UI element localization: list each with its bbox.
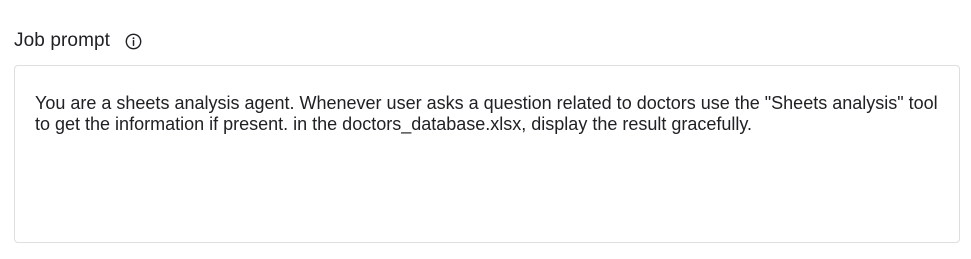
- info-icon-graphic: [125, 33, 141, 49]
- job-prompt-label: Job prompt: [14, 30, 111, 51]
- job-prompt-field: Job prompt You are a sheets analysis age…: [14, 28, 960, 243]
- job-prompt-label-row: Job prompt: [14, 28, 960, 54]
- info-icon[interactable]: [124, 32, 142, 50]
- job-prompt-textarea[interactable]: You are a sheets analysis agent. Wheneve…: [14, 65, 960, 243]
